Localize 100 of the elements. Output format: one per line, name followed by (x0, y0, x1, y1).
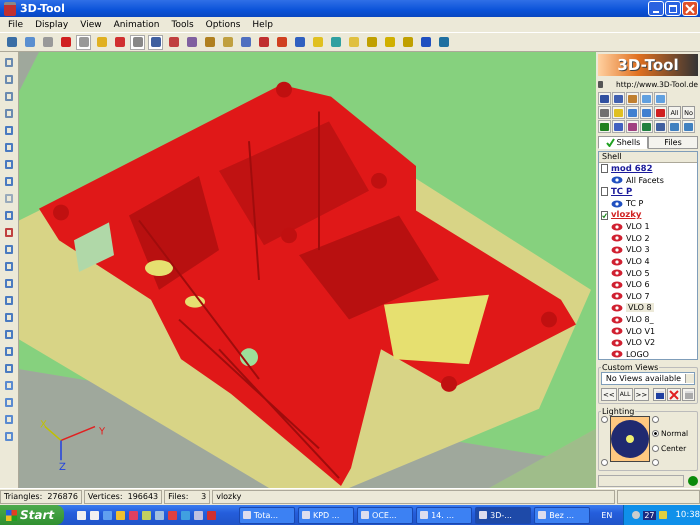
facet-item[interactable]: VLO V2 (626, 338, 656, 348)
views-dropdown[interactable]: No Views available (601, 372, 695, 385)
facet-item[interactable]: VLO V1 (626, 326, 656, 336)
facet-item[interactable]: All Facets (626, 176, 664, 185)
toolbar-icon[interactable] (274, 34, 289, 50)
panel-icon[interactable] (654, 120, 667, 133)
facet-item[interactable]: LOGO (626, 350, 649, 359)
toolbar-icon[interactable] (2, 429, 16, 444)
menu-item[interactable]: Animation (108, 20, 166, 30)
toolbar-icon[interactable] (2, 157, 16, 172)
toolbar-icon[interactable] (2, 225, 16, 240)
column-header[interactable]: Shell (599, 152, 697, 163)
panel-icon[interactable] (612, 92, 625, 105)
delete-view-button[interactable] (667, 388, 681, 401)
pin-icon[interactable] (598, 80, 603, 88)
facet-item[interactable]: VLO 8 (626, 303, 654, 312)
toolbar-icon[interactable] (2, 378, 16, 393)
panel-icon[interactable] (668, 120, 681, 133)
toolbar-icon[interactable] (2, 208, 16, 223)
light-preview-drawing[interactable] (610, 416, 650, 462)
taskbar-button[interactable]: 14. ... (416, 506, 472, 524)
toolbar-icon[interactable] (2, 242, 16, 257)
shell-checkbox[interactable] (601, 164, 608, 174)
taskbar-button[interactable]: Bez ... (534, 506, 590, 524)
toolbar-icon[interactable] (22, 34, 37, 50)
menu-item[interactable]: Help (246, 20, 279, 30)
toolbar-icon[interactable] (328, 34, 343, 50)
toolbar-icon[interactable] (2, 293, 16, 308)
toolbar-icon[interactable] (2, 106, 16, 121)
facet-item[interactable]: VLO 5 (626, 268, 650, 278)
toolbar-icon[interactable] (436, 34, 451, 50)
facet-item[interactable]: VLO 1 (626, 222, 650, 232)
radio-button[interactable] (652, 430, 659, 437)
toolbar-icon[interactable] (148, 34, 163, 50)
shell-name[interactable]: vlozky (611, 210, 642, 220)
toolbar-icon[interactable] (2, 174, 16, 189)
toolbar-icon[interactable] (2, 412, 16, 427)
taskbar-button[interactable]: 3D-... (475, 506, 532, 524)
toolbar-icon[interactable] (130, 34, 145, 50)
panel-icon[interactable] (626, 120, 639, 133)
facet-item[interactable]: VLO 6 (626, 280, 650, 290)
toolbar-icon[interactable] (2, 344, 16, 359)
panel-icon[interactable] (612, 120, 625, 133)
shell-checkbox[interactable] (601, 187, 608, 196)
menu-item[interactable]: Tools (166, 20, 200, 30)
panel-icon[interactable] (626, 92, 639, 105)
menu-item[interactable]: Options (200, 20, 246, 30)
facet-item[interactable]: TC P (626, 199, 644, 208)
close-button[interactable] (682, 1, 698, 16)
toolbar-icon[interactable] (112, 34, 127, 50)
tray-icon[interactable] (632, 511, 640, 519)
panel-tab[interactable]: Shells (598, 136, 648, 149)
tray-badge[interactable]: 27 (643, 510, 656, 520)
toolbar-icon[interactable] (2, 140, 16, 155)
shell-name[interactable]: mod 682 (611, 164, 652, 174)
restore-button[interactable] (665, 1, 681, 16)
radio-button[interactable] (652, 459, 659, 466)
facet-item[interactable]: VLO 2 (626, 234, 650, 243)
panel-tab[interactable]: Files (648, 136, 698, 149)
menu-item[interactable]: View (74, 20, 108, 30)
taskbar-button[interactable]: Tota... (238, 506, 295, 524)
tray-icon[interactable] (658, 511, 667, 519)
toolbar-icon[interactable] (238, 34, 253, 50)
facet-item[interactable]: VLO 4 (626, 257, 650, 266)
save-view-button[interactable] (653, 388, 666, 401)
panel-icon[interactable] (626, 106, 639, 119)
shell-checkbox[interactable] (601, 210, 608, 220)
panel-icon[interactable] (640, 106, 653, 119)
toolbar-icon[interactable] (2, 55, 16, 70)
toolbar-icon[interactable] (2, 259, 16, 274)
panel-icon[interactable] (598, 92, 611, 105)
toolbar-icon[interactable] (166, 34, 181, 50)
radio-button[interactable] (652, 445, 659, 452)
facet-item[interactable]: VLO 7 (626, 292, 650, 301)
toolbar-icon[interactable] (2, 395, 16, 410)
taskbar-button[interactable]: KPD ... (298, 506, 354, 524)
toolbar-icon[interactable] (202, 34, 217, 50)
panel-icon[interactable] (682, 120, 695, 133)
toolbar-icon[interactable] (2, 276, 16, 291)
panel-icon[interactable] (640, 120, 653, 133)
menu-item[interactable]: Display (29, 20, 74, 30)
toolbar-icon[interactable] (2, 310, 16, 325)
panel-icon[interactable] (654, 106, 667, 119)
toolbar-icon[interactable] (2, 327, 16, 342)
toolbar-icon[interactable] (2, 361, 16, 376)
toolbar-icon[interactable] (2, 123, 16, 138)
toolbar-icon[interactable] (418, 34, 433, 50)
toolbar-icon[interactable] (58, 34, 73, 50)
toolbar-icon[interactable] (2, 72, 16, 87)
toolbar-icon[interactable] (184, 34, 199, 50)
minimize-button[interactable] (648, 1, 664, 16)
toolbar-icon[interactable] (256, 34, 271, 50)
facet-item[interactable]: VLO 3 (626, 245, 650, 254)
taskbar-button[interactable]: OCE... (357, 506, 414, 524)
toolbar-icon[interactable] (4, 34, 19, 50)
toolbar-icon[interactable] (2, 89, 16, 104)
language-indicator[interactable]: EN (593, 510, 620, 520)
radio-button[interactable] (601, 416, 608, 423)
shell-name[interactable]: TC P (611, 186, 632, 197)
radio-button[interactable] (601, 459, 608, 466)
